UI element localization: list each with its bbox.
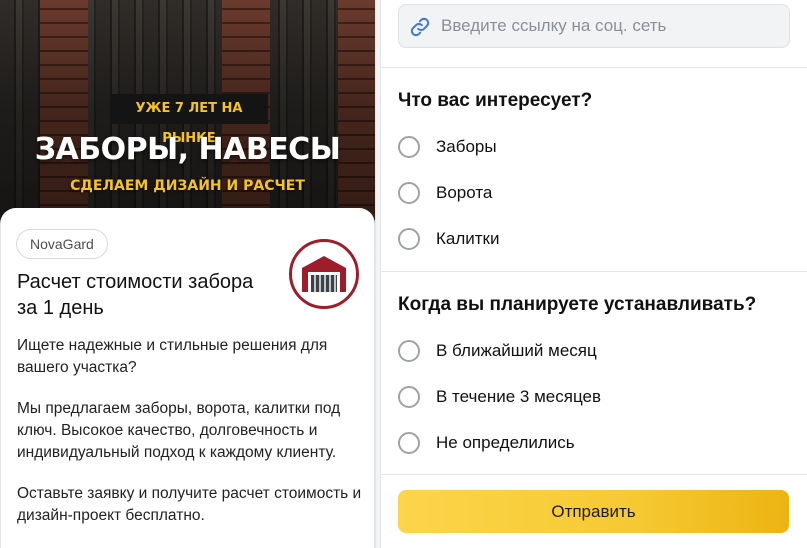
link-icon — [410, 17, 430, 37]
ad-title: Расчет стоимости забора за 1 день — [17, 271, 254, 319]
option-three-months[interactable]: В течение 3 месяцев — [398, 383, 778, 411]
lead-form: Что вас интересует? Заборы Ворота Калитк… — [381, 0, 807, 548]
radio-button[interactable] — [398, 432, 420, 454]
option-label: В течение 3 месяцев — [436, 387, 601, 406]
submit-button[interactable]: Отправить — [398, 490, 789, 533]
social-link-input[interactable] — [441, 5, 781, 47]
option-wickets[interactable]: Калитки — [398, 225, 778, 253]
ad-preview: УЖЕ 7 ЛЕТ НА РЫНКЕ ЗАБОРЫ, НАВЕСЫ СДЕЛАЕ… — [0, 0, 375, 548]
divider — [381, 474, 807, 475]
divider — [381, 271, 807, 272]
option-next-month[interactable]: В ближайший месяц — [398, 337, 778, 365]
option-gates[interactable]: Ворота — [398, 179, 778, 207]
option-fences[interactable]: Заборы — [398, 133, 778, 161]
radio-button[interactable] — [398, 182, 420, 204]
option-label: В ближайший месяц — [436, 341, 597, 360]
brand-logo-icon[interactable] — [289, 239, 359, 309]
question-interest-title: Что вас интересует? — [398, 90, 593, 111]
ad-paragraph: Оставьте заявку и получите расчет стоимо… — [17, 485, 362, 524]
banner-subline: СДЕЛАЕМ ДИЗАЙН И РАСЧЕТ — [70, 178, 305, 194]
divider — [381, 67, 807, 68]
ad-paragraph: Ищете надежные и стильные решения для ва… — [17, 337, 328, 376]
radio-button[interactable] — [398, 386, 420, 408]
ad-card: NovaGard Расчет стоимости забора за 1 де… — [0, 208, 375, 548]
ad-banner-image: УЖЕ 7 ЛЕТ НА РЫНКЕ ЗАБОРЫ, НАВЕСЫ СДЕЛАЕ… — [0, 0, 375, 232]
option-label: Ворота — [436, 183, 493, 202]
banner-headline: ЗАБОРЫ, НАВЕСЫ — [34, 132, 341, 167]
option-label: Не определились — [436, 433, 575, 452]
radio-button[interactable] — [398, 136, 420, 158]
social-link-field[interactable] — [398, 4, 790, 48]
ad-paragraph: Мы предлагаем заборы, ворота, калитки по… — [17, 400, 341, 461]
option-undecided[interactable]: Не определились — [398, 429, 778, 457]
option-label: Заборы — [436, 137, 497, 156]
banner-tag: УЖЕ 7 ЛЕТ НА РЫНКЕ — [110, 94, 268, 146]
radio-button[interactable] — [398, 340, 420, 362]
brand-badge[interactable]: NovaGard — [16, 229, 108, 259]
radio-button[interactable] — [398, 228, 420, 250]
option-label: Калитки — [436, 229, 500, 248]
question-timing-title: Когда вы планируете устанавливать? — [398, 294, 757, 315]
